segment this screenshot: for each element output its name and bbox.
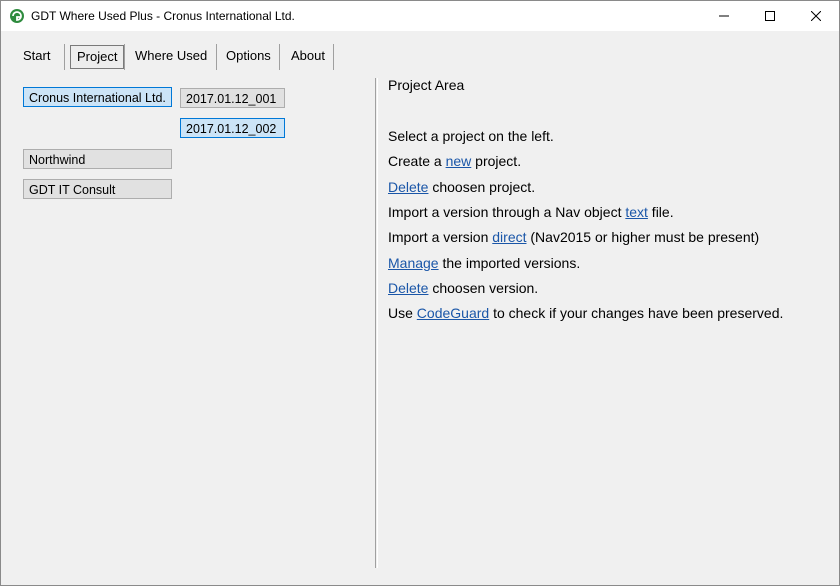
info-text: Import a version through a Nav object	[388, 204, 626, 220]
info-line-delete-version: Delete choosen version.	[388, 280, 538, 296]
tab-where-used[interactable]: Where Used	[129, 44, 213, 68]
new-project-link[interactable]: new	[446, 153, 472, 169]
info-text: file.	[647, 204, 674, 220]
version-button-002[interactable]: 2017.01.12_002	[180, 118, 285, 138]
info-line-import-direct: Import a version direct (Nav2015 or high…	[388, 229, 759, 245]
info-line-codeguard: Use CodeGuard to check if your changes h…	[388, 305, 783, 321]
info-text: Select a project on the left.	[388, 128, 554, 144]
tab-project[interactable]: Project	[70, 45, 125, 69]
manage-versions-link[interactable]: Manage	[388, 255, 439, 271]
info-text: project.	[471, 153, 522, 169]
maximize-icon	[765, 11, 775, 21]
app-window: GDT Where Used Plus - Cronus Internation…	[0, 0, 840, 586]
info-text: choosen version.	[428, 280, 539, 296]
version-button-001[interactable]: 2017.01.12_001	[180, 88, 285, 108]
import-text-link[interactable]: text	[625, 204, 648, 220]
info-line-import-text: Import a version through a Nav object te…	[388, 204, 674, 220]
info-text: Create a	[388, 153, 446, 169]
tab-start[interactable]: Start	[17, 44, 56, 68]
info-line-delete-project: Delete choosen project.	[388, 179, 535, 195]
tab-separator	[333, 44, 334, 70]
maximize-button[interactable]	[747, 1, 793, 31]
minimize-icon	[719, 15, 729, 17]
project-button-cronus[interactable]: Cronus International Ltd.	[23, 87, 172, 107]
tab-options[interactable]: Options	[220, 44, 277, 68]
window-title: GDT Where Used Plus - Cronus Internation…	[31, 9, 295, 23]
title-bar[interactable]: GDT Where Used Plus - Cronus Internation…	[1, 1, 839, 31]
minimize-button[interactable]	[701, 1, 747, 31]
info-line-select: Select a project on the left.	[388, 128, 554, 144]
info-text: (Nav2015 or higher must be present)	[526, 229, 760, 245]
import-direct-link[interactable]: direct	[492, 229, 526, 245]
close-button[interactable]	[793, 1, 839, 31]
codeguard-link[interactable]: CodeGuard	[417, 305, 489, 321]
splitter[interactable]	[375, 78, 378, 568]
tab-about[interactable]: About	[285, 44, 331, 68]
close-icon	[811, 11, 821, 21]
delete-version-link[interactable]: Delete	[388, 280, 428, 296]
info-text: Import a version	[388, 229, 493, 245]
info-line-manage: Manage the imported versions.	[388, 255, 580, 271]
delete-project-link[interactable]: Delete	[388, 179, 428, 195]
tab-separator	[279, 44, 280, 70]
tab-separator	[124, 44, 125, 70]
tab-separator	[64, 44, 65, 70]
info-text: the imported versions.	[438, 255, 581, 271]
project-button-gdt-it-consult[interactable]: GDT IT Consult	[23, 179, 172, 199]
project-button-northwind[interactable]: Northwind	[23, 149, 172, 169]
info-line-create: Create a new project.	[388, 153, 521, 169]
info-text: to check if your changes have been prese…	[489, 305, 784, 321]
tab-separator	[216, 44, 217, 70]
info-text: choosen project.	[428, 179, 536, 195]
gdt-app-icon[interactable]	[9, 8, 25, 24]
info-text: Use	[388, 305, 417, 321]
project-area-title: Project Area	[388, 77, 465, 93]
